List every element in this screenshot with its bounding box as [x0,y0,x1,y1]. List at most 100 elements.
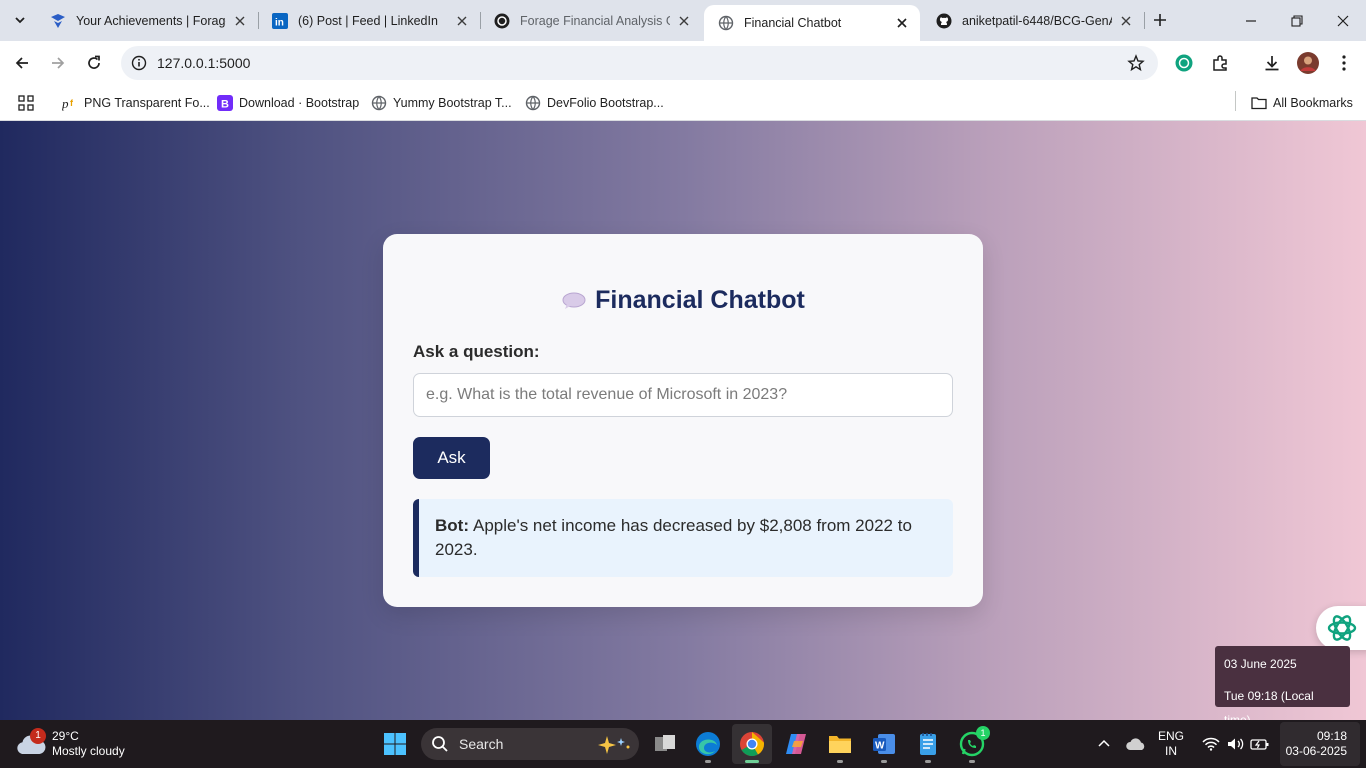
sparkle-icon [598,736,630,754]
chatbot-card: Financial Chatbot Ask a question: Ask Bo… [383,234,983,607]
folder-icon [1251,95,1267,111]
forward-button[interactable] [44,49,72,77]
weather-widget[interactable]: 1 29°C Mostly cloudy [16,728,125,760]
bookmarks-bar: pf PNG Transparent Fo... B Download · Bo… [0,85,1366,121]
download-icon[interactable] [1260,51,1284,75]
close-icon[interactable] [1118,13,1134,29]
running-indicator [705,760,711,763]
globe-icon [525,95,541,111]
back-button[interactable] [8,49,36,77]
tab-title: Your Achievements | Forage [76,13,226,28]
notepad-icon [920,733,936,755]
bookmark-download-bootstrap[interactable]: B Download · Bootstrap [217,92,359,114]
weather-temp: 29°C [52,729,79,743]
linkedin-icon: in [272,12,288,29]
tab-linkedin[interactable]: in (6) Post | Feed | LinkedIn [258,0,480,41]
forage-icon [50,13,66,29]
running-indicator [881,760,887,763]
reload-icon [88,55,100,69]
chatgpt-floating-button[interactable] [1316,606,1366,650]
bookmark-yummy-bootstrap[interactable]: Yummy Bootstrap T... [371,92,512,114]
taskbar-search[interactable]: Search [421,728,639,760]
pngfree-icon: pf [62,95,78,111]
close-icon[interactable] [676,13,692,29]
chrome-app[interactable] [732,724,772,764]
restore-button[interactable] [1274,0,1320,41]
tab-search-button[interactable] [8,8,32,32]
reload-button[interactable] [80,49,108,77]
tab-forage-achievements[interactable]: Your Achievements | Forage [36,0,258,41]
address-bar[interactable]: 127.0.0.1:5000 [121,46,1158,80]
volume-tray[interactable] [1225,728,1247,760]
close-icon [1337,15,1349,26]
all-bookmarks-button[interactable]: All Bookmarks [1251,92,1353,114]
new-tab-button[interactable] [1148,8,1172,32]
running-indicator [969,760,975,763]
cloud-icon [1126,738,1145,750]
minimize-button[interactable] [1228,0,1274,41]
system-clock[interactable]: 09:18 03-06-2025 [1286,729,1347,759]
tab-forage-financial-guide[interactable]: Forage Financial Analysis Gu [480,0,702,41]
chevron-up-icon [1098,739,1110,747]
onedrive-tray[interactable] [1124,728,1148,760]
language-indicator[interactable]: ENG IN [1158,729,1184,759]
whatsapp-app[interactable]: 1 [952,724,992,764]
bot-answer-text: Apple's net income has decreased by $2,8… [435,516,912,559]
battery-icon [1250,739,1269,750]
tooltip-date: 03 June 2025 [1224,657,1297,671]
bookmark-star-icon[interactable] [1126,53,1146,73]
page-title-text: Financial Chatbot [595,286,805,314]
speech-bubble-icon [561,291,587,311]
edge-app[interactable] [688,724,728,764]
close-icon[interactable] [454,13,470,29]
bookmark-devfolio-bootstrap[interactable]: DevFolio Bootstrap... [525,92,664,114]
lang-code: ENG [1158,729,1185,743]
show-hidden-icons-button[interactable] [1094,728,1114,760]
word-app[interactable]: W [864,724,904,764]
tooltip-time: Tue 09:18 (Local time) [1224,689,1314,727]
svg-text:in: in [275,17,284,28]
battery-tray[interactable] [1249,728,1271,760]
weather-desc: Mostly cloudy [52,744,125,758]
page-background: Financial Chatbot Ask a question: Ask Bo… [0,121,1366,727]
url-text[interactable]: 127.0.0.1:5000 [157,55,250,71]
taskbar: 1 29°C Mostly cloudy Search W 1 ENG IN 0… [0,720,1366,768]
tab-github-repo[interactable]: aniketpatil-6448/BCG-GenAI [922,0,1144,41]
bookmark-png-transparent[interactable]: pf PNG Transparent Fo... [62,92,210,114]
tab-financial-chatbot[interactable]: Financial Chatbot [704,5,920,41]
ask-button[interactable]: Ask [413,437,490,479]
speaker-icon [1228,738,1244,750]
apps-grid-icon [18,95,34,111]
svg-text:p: p [62,96,69,111]
notepad-app[interactable] [908,724,948,764]
question-label: Ask a question: [413,342,540,361]
file-explorer-app[interactable] [820,724,860,764]
close-window-button[interactable] [1320,0,1366,41]
extensions-icon[interactable] [1208,51,1232,75]
start-button[interactable] [375,724,415,764]
bookmark-label: Download · Bootstrap [239,96,360,110]
svg-text:B: B [221,99,229,111]
running-indicator [745,760,759,763]
site-info-icon[interactable] [127,51,151,75]
tab-title: aniketpatil-6448/BCG-GenAI [962,13,1112,28]
menu-kebab-icon[interactable] [1332,51,1356,75]
chrome-icon [740,732,764,757]
restore-icon [1291,14,1303,27]
clock-date: 03-06-2025 [1285,744,1347,758]
wifi-tray[interactable] [1200,728,1222,760]
task-view-button[interactable] [645,724,685,764]
clock-time: 09:18 [1316,729,1347,743]
profile-avatar[interactable] [1296,51,1320,75]
close-icon[interactable] [894,15,910,31]
question-input[interactable] [413,373,953,417]
whatsapp-badge: 1 [976,726,990,740]
bot-answer: Bot: Apple's net income has decreased by … [413,499,953,577]
minimize-icon [1246,19,1256,22]
tab-title: Financial Chatbot [744,16,842,30]
chatgpt-icon [494,13,510,29]
close-icon[interactable] [232,13,248,29]
chatgpt-extension-icon[interactable] [1172,51,1196,75]
apps-grid-button[interactable] [18,92,40,114]
copilot-app[interactable] [776,724,816,764]
